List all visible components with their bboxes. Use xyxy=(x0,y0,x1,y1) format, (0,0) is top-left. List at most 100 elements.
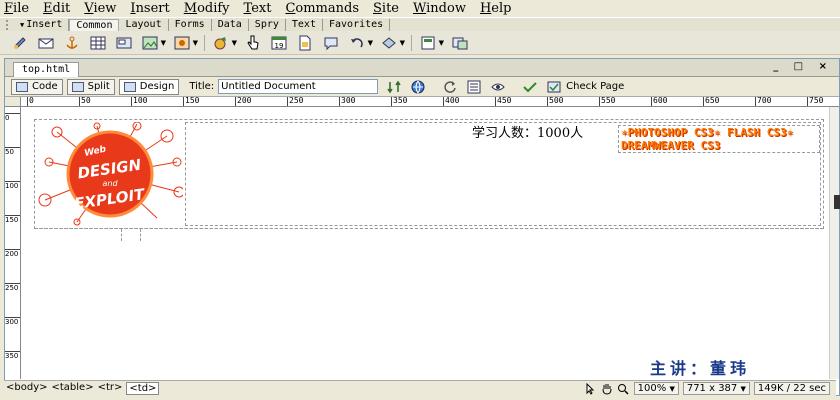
ruler-tick-label: 300 xyxy=(5,317,20,326)
insert-tab-layout[interactable]: Layout xyxy=(119,18,169,31)
tag-selector-item[interactable]: <tr> xyxy=(98,382,123,395)
ruler-tick-label: 50 xyxy=(79,97,91,106)
email-link-button[interactable] xyxy=(36,34,56,52)
ruler-tick-label: 150 xyxy=(5,215,20,224)
refresh-icon[interactable] xyxy=(442,80,458,94)
menu-site[interactable]: Site xyxy=(373,1,399,16)
table-button[interactable] xyxy=(88,34,108,52)
script-button[interactable]: ▼ xyxy=(379,34,405,52)
code-view-button[interactable]: Code xyxy=(11,78,63,95)
insert-tab-spry[interactable]: Spry xyxy=(249,18,286,31)
vertical-scrollbar[interactable] xyxy=(829,107,839,379)
insert-tab-favorites[interactable]: Favorites xyxy=(323,18,391,31)
document-tab-strip: top.html _ □ × xyxy=(5,59,839,77)
assets-button[interactable]: ▼ xyxy=(211,34,237,52)
menu-text[interactable]: Text xyxy=(244,1,272,16)
check-page-icon[interactable] xyxy=(546,80,562,94)
insert-bar-label: Insert xyxy=(26,18,63,30)
split-view-label: Split xyxy=(87,81,110,92)
ruler-tick-label: 250 xyxy=(287,97,304,106)
ruler-tick-label: 350 xyxy=(5,351,20,360)
menu-window[interactable]: Window xyxy=(413,1,466,16)
web-design-logo: Web DESIGN and EXPLOIT xyxy=(38,121,185,226)
templates-button[interactable]: ▼ xyxy=(418,34,444,52)
visual-aids-icon[interactable] xyxy=(490,80,506,94)
chevron-down-icon[interactable]: ▼ xyxy=(193,39,198,47)
panel-collapse-handle[interactable] xyxy=(834,195,840,209)
header-right-cell[interactable]: 学习人数：1000人 ✶PHOTOSHOP CS3✶ FLASH CS3✶ DR… xyxy=(185,122,821,226)
chevron-down-icon[interactable]: ▼ xyxy=(161,39,166,47)
split-view-button[interactable]: Split xyxy=(66,78,115,95)
chevron-down-icon[interactable]: ▼ xyxy=(439,39,444,47)
calendar-icon: 19 xyxy=(271,36,287,50)
chevron-down-icon[interactable]: ▼ xyxy=(400,39,405,47)
validate-markup-icon[interactable] xyxy=(522,80,538,94)
menu-edit[interactable]: Edit xyxy=(43,1,70,16)
named-anchor-button[interactable] xyxy=(62,34,82,52)
insert-tab-data[interactable]: Data xyxy=(212,18,249,31)
tag-selector-item[interactable]: <table> xyxy=(52,382,94,395)
pointer-hand-icon xyxy=(243,34,263,52)
design-view-icon xyxy=(123,81,136,92)
zoom-select[interactable]: 100% ▼ xyxy=(633,382,679,395)
view-options-icon[interactable] xyxy=(466,80,482,94)
div-button[interactable] xyxy=(114,34,134,52)
document-toolbar: Code Split Design Title: Check Page xyxy=(5,77,839,97)
menu-help[interactable]: Help xyxy=(480,1,512,16)
template-icon xyxy=(421,36,435,49)
server-side-include-button[interactable] xyxy=(295,34,315,52)
preview-browser-icon[interactable] xyxy=(410,80,426,94)
insert-tab-text[interactable]: Text xyxy=(286,18,323,31)
ruler-tick-label: 650 xyxy=(703,97,720,106)
image-icon xyxy=(142,36,158,49)
select-tool-icon[interactable] xyxy=(584,382,598,395)
images-button[interactable]: ▼ xyxy=(140,34,166,52)
split-view-icon xyxy=(71,81,84,92)
ruler-tick-label: 600 xyxy=(651,97,668,106)
anchor-icon xyxy=(66,36,78,49)
insert-tab-common[interactable]: Common xyxy=(69,18,120,31)
check-page-button[interactable]: Check Page xyxy=(566,81,624,92)
design-view-button[interactable]: Design xyxy=(118,78,180,95)
comment-button[interactable] xyxy=(321,34,341,52)
media-button[interactable]: ▼ xyxy=(172,34,198,52)
hyperlink-icon xyxy=(14,36,26,49)
menu-commands[interactable]: Commands xyxy=(285,1,359,16)
hyperlink-button[interactable] xyxy=(10,34,30,52)
file-management-icon[interactable] xyxy=(386,80,402,94)
insert-bar-toggle[interactable]: ▼ Insert xyxy=(14,18,70,31)
envelope-icon xyxy=(38,38,54,48)
window-controls[interactable]: _ □ × xyxy=(773,61,833,72)
layout-table[interactable]: Web DESIGN and EXPLOIT 学习人数：1000人 ✶PHOTO… xyxy=(34,119,824,241)
ruler-tick-label: 150 xyxy=(183,97,200,106)
table-row[interactable] xyxy=(35,228,823,241)
menu-modify[interactable]: Modify xyxy=(184,1,230,16)
chevron-down-icon[interactable]: ▼ xyxy=(232,39,237,47)
ruler-tick-label: 250 xyxy=(5,283,20,292)
menu-bar: File Edit View Insert Modify Text Commands Site… xyxy=(0,0,840,17)
script-icon xyxy=(382,36,396,49)
table-cell[interactable] xyxy=(121,229,141,241)
design-canvas[interactable]: Web DESIGN and EXPLOIT 学习人数：1000人 ✶PHOTO… xyxy=(22,108,826,379)
document-title-input[interactable] xyxy=(218,79,379,94)
menu-view[interactable]: View xyxy=(84,1,116,16)
window-size-select[interactable]: 771 x 387 ▼ xyxy=(682,382,750,395)
hand-tool-icon[interactable] xyxy=(600,382,614,395)
ruler-tick-label: 200 xyxy=(5,249,20,258)
tag-selector-item[interactable]: <td> xyxy=(126,382,160,395)
insert-bar: ▼ Insert Common Layout Forms Data Spry Text Fav… xyxy=(0,17,840,31)
chevron-down-icon[interactable]: ▼ xyxy=(368,39,373,47)
tag-selector-item[interactable]: <body> xyxy=(6,382,48,395)
menu-insert[interactable]: Insert xyxy=(130,1,169,16)
insert-bar-grip[interactable] xyxy=(6,19,14,30)
zoom-tool-icon[interactable] xyxy=(616,382,630,395)
tag-chooser-button[interactable] xyxy=(450,34,470,52)
head-button[interactable]: ▼ xyxy=(347,34,373,52)
logo-cell[interactable]: Web DESIGN and EXPLOIT xyxy=(37,121,185,226)
menu-file[interactable]: File xyxy=(4,1,29,16)
insert-tab-forms[interactable]: Forms xyxy=(169,18,212,31)
document-tab[interactable]: top.html xyxy=(13,62,80,77)
date-button[interactable]: 19 xyxy=(269,34,289,52)
layer-icon xyxy=(116,37,132,48)
undo-arrow-icon xyxy=(351,37,363,47)
